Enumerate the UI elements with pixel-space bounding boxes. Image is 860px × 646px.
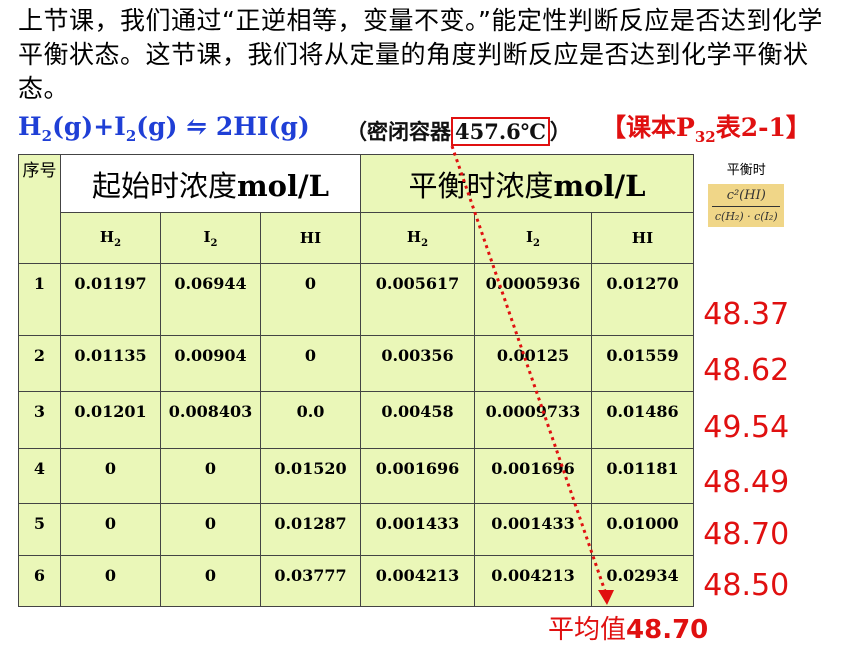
equil-i2-cell: 0.001433 <box>474 503 592 556</box>
equil-i2-cell: 0.0009733 <box>474 391 592 449</box>
k-value-cell: 48.62 <box>703 352 790 388</box>
textbook-reference: 【课本P32表2-1】 <box>601 113 811 146</box>
initial-hi-cell: 0.0 <box>260 391 361 449</box>
initial-hi-cell: 0 <box>260 263 361 336</box>
average-value: 平均值48.70 <box>548 615 709 645</box>
equil-hi-cell: 0.01000 <box>591 503 694 556</box>
equil-h2-cell: 0.005617 <box>360 263 475 336</box>
intro-paragraph: 上节课，我们通过“正逆相等，变量不变。”能定性判断反应是否达到化学平衡状态。这节… <box>18 6 823 103</box>
seq-cell: 2 <box>18 335 61 392</box>
equil-h2-cell: 0.00356 <box>360 335 475 392</box>
equil-h2-cell: 0.001433 <box>360 503 475 556</box>
table-row: 5 0 0 0.01287 0.001433 0.001433 0.01000 … <box>18 503 799 556</box>
k-formula-denominator: c(H₂) · c(I₂) <box>714 209 778 223</box>
k-value-cell: 48.70 <box>703 516 790 552</box>
table-row: 4 0 0 0.01520 0.001696 0.001696 0.01181 … <box>18 448 799 504</box>
seq-cell: 3 <box>18 391 61 449</box>
initial-i2-cell: 0.00904 <box>160 335 261 392</box>
k-value-cell: 48.37 <box>703 296 790 332</box>
initial-hi-header: HI <box>260 212 361 264</box>
k-formula: c²(HI) c(H₂) · c(I₂) <box>708 183 785 227</box>
k-value-cell: 48.50 <box>703 567 790 603</box>
seq-cell: 5 <box>18 503 61 556</box>
table-row: 3 0.01201 0.008403 0.0 0.00458 0.0009733… <box>18 391 799 449</box>
initial-hi-cell: 0.01520 <box>260 448 361 504</box>
table-row: 1 0.01197 0.06944 0 0.005617 0.0005936 0… <box>18 263 799 336</box>
equil-hi-header: HI <box>591 212 694 264</box>
initial-i2-cell: 0.008403 <box>160 391 261 449</box>
equilibrium-concentration-header: 平衡时浓度mol/L <box>360 154 694 213</box>
initial-i2-cell: 0 <box>160 448 261 504</box>
initial-h2-cell: 0.01201 <box>60 391 161 449</box>
equil-h2-cell: 0.00458 <box>360 391 475 449</box>
equil-h2-cell: 0.001696 <box>360 448 475 504</box>
seq-cell: 1 <box>18 263 61 336</box>
reversible-arrow-icon: ⇋ <box>186 112 208 141</box>
seq-cell: 6 <box>18 555 61 607</box>
equil-i2-cell: 0.001696 <box>474 448 592 504</box>
initial-h2-cell: 0 <box>60 503 161 556</box>
initial-h2-cell: 0 <box>60 448 161 504</box>
reaction-equation: H2(g)+I2(g) ⇋ 2HI(g) <box>18 112 310 145</box>
k-header-label: 平衡时 <box>726 162 766 178</box>
equil-hi-cell: 0.02934 <box>591 555 694 607</box>
temperature-box: 457.6℃ <box>451 117 550 146</box>
equil-hi-cell: 0.01181 <box>591 448 694 504</box>
equil-i2-header: I2 <box>474 212 592 264</box>
table-row: 6 0 0 0.03777 0.004213 0.004213 0.02934 … <box>18 555 799 607</box>
initial-h2-cell: 0 <box>60 555 161 607</box>
equil-i2-cell: 0.004213 <box>474 555 592 607</box>
equil-i2-cell: 0.0005936 <box>474 263 592 336</box>
equil-i2-cell: 0.00125 <box>474 335 592 392</box>
equilibrium-data-table: 序号 起始时浓度mol/L 平衡时浓度mol/L 平衡时 c²(HI) c(H₂… <box>18 154 799 607</box>
k-formula-numerator: c²(HI) <box>712 188 781 207</box>
initial-h2-cell: 0.01135 <box>60 335 161 392</box>
initial-h2-cell: 0.01197 <box>60 263 161 336</box>
initial-h2-header: H2 <box>60 212 161 264</box>
initial-concentration-header: 起始时浓度mol/L <box>60 154 361 213</box>
equil-hi-cell: 0.01559 <box>591 335 694 392</box>
initial-i2-header: I2 <box>160 212 261 264</box>
equil-h2-header: H2 <box>360 212 475 264</box>
seq-header: 序号 <box>18 154 61 264</box>
initial-hi-cell: 0 <box>260 335 361 392</box>
k-column-header: 平衡时 c²(HI) c(H₂) · c(I₂) <box>693 154 799 264</box>
k-value-cell: 48.49 <box>703 464 790 500</box>
table-row: 2 0.01135 0.00904 0 0.00356 0.00125 0.01… <box>18 335 799 392</box>
equil-hi-cell: 0.01270 <box>591 263 694 336</box>
initial-i2-cell: 0 <box>160 555 261 607</box>
k-value-cell: 49.54 <box>703 409 790 445</box>
equil-h2-cell: 0.004213 <box>360 555 475 607</box>
initial-hi-cell: 0.01287 <box>260 503 361 556</box>
reaction-condition: （密闭容器 457.6℃） <box>346 117 571 146</box>
initial-hi-cell: 0.03777 <box>260 555 361 607</box>
equil-hi-cell: 0.01486 <box>591 391 694 449</box>
initial-i2-cell: 0 <box>160 503 261 556</box>
seq-cell: 4 <box>18 448 61 504</box>
initial-i2-cell: 0.06944 <box>160 263 261 336</box>
